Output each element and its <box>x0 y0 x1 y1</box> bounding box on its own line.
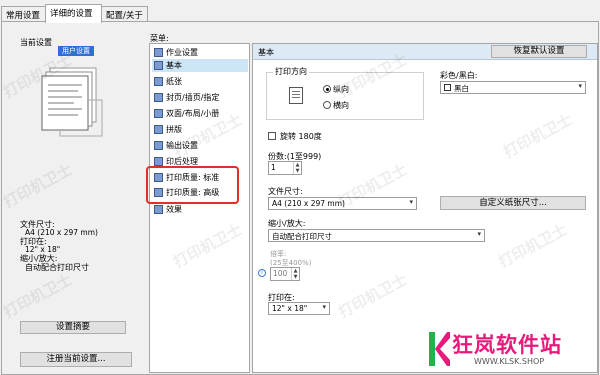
preview-caption: 用户设置 <box>58 46 94 56</box>
paper-size-select[interactable]: A4 (210 x 297 mm) ▾ <box>268 197 417 210</box>
output-settings-icon <box>154 141 163 150</box>
portrait-radio[interactable] <box>323 85 331 93</box>
zoom-select[interactable]: 自动配合打印尺寸 ▾ <box>268 229 485 242</box>
zoom-value: 自动配合打印尺寸 <box>272 232 332 241</box>
tab-config-about[interactable]: 配置/关于 <box>101 6 148 22</box>
ratio-input[interactable]: 100 ▲ ▼ <box>270 267 300 281</box>
tab-common-settings[interactable]: 常用设置 <box>1 6 46 22</box>
zoom-label: 缩小/放大: <box>268 219 306 228</box>
print-on-select[interactable]: 12" x 18" ▾ <box>268 302 330 315</box>
chevron-down-icon: ▾ <box>578 82 582 90</box>
portrait-label: 纵向 <box>333 85 349 94</box>
copies-spinner[interactable]: ▲ ▼ <box>293 162 301 174</box>
document-preview-icon <box>40 60 110 138</box>
landscape-label: 横向 <box>333 101 349 110</box>
paper-size-value: A4 (210 x 297 mm) <box>272 199 345 208</box>
restore-defaults-button[interactable]: 恢复默认设置 <box>491 45 587 58</box>
quality-highlight-box <box>146 166 239 204</box>
chevron-down-icon: ▾ <box>322 303 326 311</box>
color-mode-select[interactable]: 黑白 ▾ <box>440 81 586 94</box>
menu-item-paper[interactable]: 纸张 <box>152 75 248 88</box>
content-header-title: 基本 <box>258 48 274 57</box>
color-mode-label: 彩色/黑白: <box>440 71 478 80</box>
orientation-title: 打印方向 <box>273 66 309 77</box>
paper-icon <box>154 77 163 86</box>
menu-item-duplex-layout[interactable]: 双面/布局/小册 <box>152 107 248 120</box>
current-settings-label: 当前设置 <box>20 38 52 47</box>
imposition-icon <box>154 125 163 134</box>
summary-zoom-value: 自动配合打印尺寸 <box>25 263 89 272</box>
menu-list: 作业设置 基本 纸张 封页/插页/指定 双面/布局/小册 拼版 输出设置 印后处… <box>149 43 250 373</box>
print-on-value: 12" x 18" <box>272 304 308 313</box>
job-settings-icon <box>154 48 163 57</box>
landscape-radio[interactable] <box>323 101 331 109</box>
chevron-down-icon: ▾ <box>477 230 481 238</box>
content-header: 基本 恢复默认设置 <box>253 44 597 60</box>
ratio-value: 100 <box>273 269 288 278</box>
paper-size-label: 文件尺寸: <box>268 187 303 196</box>
menu-item-output-settings[interactable]: 输出设置 <box>152 139 248 152</box>
brand-logo-icon <box>427 330 450 368</box>
duplex-layout-icon <box>154 109 163 118</box>
custom-paper-size-button[interactable]: 自定义纸张尺寸... <box>440 196 586 210</box>
info-icon: i <box>258 269 266 277</box>
finishing-icon <box>154 157 163 166</box>
menu-item-job-settings[interactable]: 作业设置 <box>152 46 248 59</box>
effects-icon <box>154 205 163 214</box>
rotate-180-checkbox[interactable] <box>268 132 276 140</box>
menu-item-effects[interactable]: 效果 <box>152 203 248 216</box>
tab-detailed-settings[interactable]: 详细的设置 <box>45 4 102 23</box>
color-mode-value: 黑白 <box>454 84 469 93</box>
brand-url: WWW.KLSK.SHOP <box>474 357 545 366</box>
ratio-spinner[interactable]: ▲ ▼ <box>291 268 299 280</box>
basic-icon <box>154 61 163 70</box>
chevron-down-icon: ▾ <box>409 198 413 206</box>
color-swatch-icon <box>444 84 451 91</box>
copies-value: 1 <box>271 163 276 172</box>
portrait-page-icon <box>289 87 303 104</box>
register-current-settings-button[interactable]: 注册当前设置... <box>20 352 132 367</box>
menu-item-imposition[interactable]: 拼版 <box>152 123 248 136</box>
brand-name: 狂岚软件站 <box>452 333 562 357</box>
copies-input[interactable]: 1 ▲ ▼ <box>268 161 302 175</box>
cover-insert-icon <box>154 93 163 102</box>
menu-item-basic[interactable]: 基本 <box>152 59 248 72</box>
rotate-180-label: 旋转 180度 <box>280 132 322 141</box>
menu-item-cover-insert[interactable]: 封页/插页/指定 <box>152 91 248 104</box>
settings-summary-button[interactable]: 设置摘要 <box>20 321 126 334</box>
